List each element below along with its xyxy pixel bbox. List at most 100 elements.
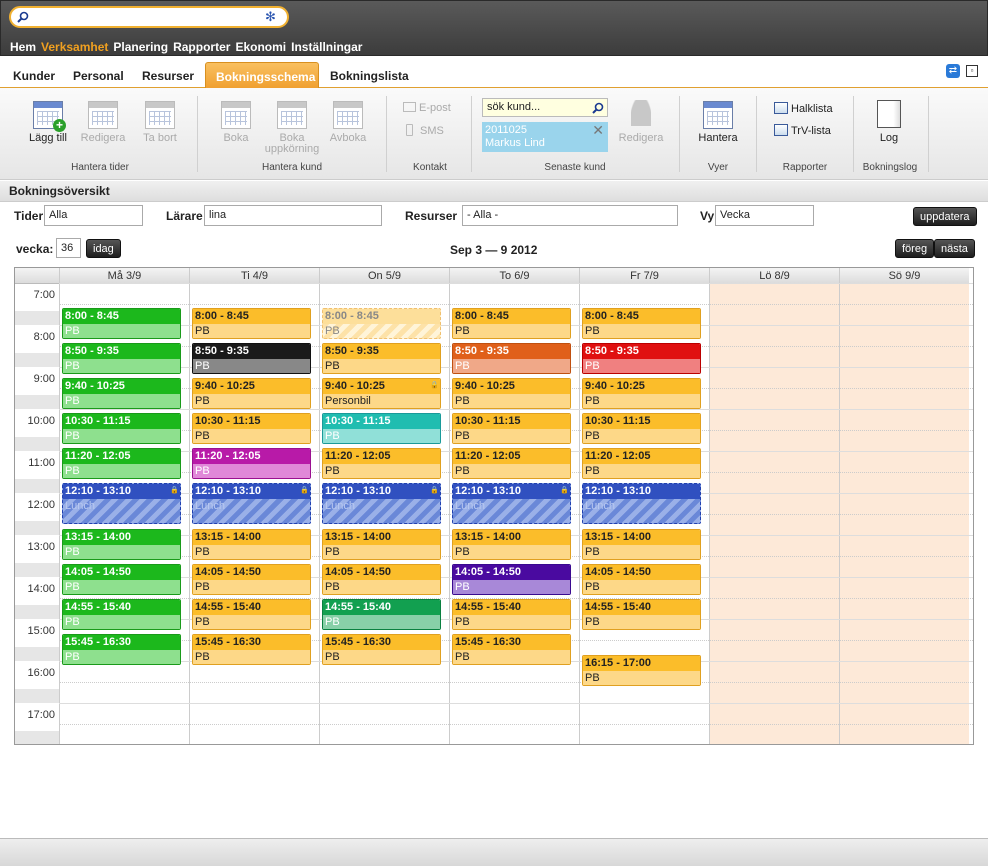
booking-event[interactable]: 13:15 - 14:00 PB: [62, 528, 181, 560]
booking-event[interactable]: 15:45 - 16:30 PB: [452, 633, 571, 665]
nav-verksamhet[interactable]: Verksamhet: [41, 40, 108, 54]
report-icon: [774, 124, 788, 136]
booking-event[interactable]: 14:05 - 14:50 PB: [582, 563, 701, 595]
nav-planering[interactable]: Planering: [113, 40, 168, 54]
booking-event[interactable]: 9:40 - 10:25 PB: [62, 378, 181, 409]
redigera-kund-button[interactable]: Redigera: [618, 100, 664, 144]
sok-kund-input[interactable]: sök kund...: [482, 98, 608, 117]
hantera-vyer-button[interactable]: Hantera: [696, 100, 740, 144]
nav-installningar[interactable]: Inställningar: [291, 40, 362, 54]
booking-event[interactable]: 9:40 - 10:25 PB: [192, 378, 311, 409]
booking-event[interactable]: 11:20 - 12:05 PB: [192, 448, 311, 479]
vecka-input[interactable]: 36: [56, 238, 81, 258]
booking-event[interactable]: 15:45 - 16:30 PB: [192, 633, 311, 665]
booking-event[interactable]: 16:15 - 17:00 PB: [582, 654, 701, 686]
booking-event[interactable]: 14:05 - 14:50 PB: [192, 563, 311, 595]
larare-input[interactable]: lina: [204, 205, 382, 226]
uppdatera-button[interactable]: uppdatera: [913, 207, 977, 226]
booking-event[interactable]: 8:50 - 9:35 PB: [452, 343, 571, 374]
booking-event[interactable]: 8:00 - 8:45 PB: [192, 308, 311, 339]
booking-event[interactable]: 10:30 - 11:15 PB: [452, 413, 571, 444]
popout-window-icon[interactable]: ▫: [966, 65, 978, 77]
event-label: PB: [63, 464, 180, 478]
booking-event[interactable]: 14:55 - 15:40 PB: [322, 598, 441, 630]
booking-event[interactable]: 8:00 - 8:45 PB: [452, 308, 571, 339]
booking-event[interactable]: 15:45 - 16:30 PB: [62, 633, 181, 665]
vy-select[interactable]: Vecka: [715, 205, 814, 226]
lunch-block[interactable]: 12:10 - 13:10 Lunch: [582, 483, 701, 524]
tab-bokningslista[interactable]: Bokningslista: [320, 62, 419, 88]
booking-event[interactable]: 9:40 - 10:25 Personbil 🔒: [322, 378, 441, 409]
senaste-kund-item[interactable]: 2011025 Markus Lind ✕: [482, 122, 608, 152]
log-button[interactable]: Log: [870, 100, 908, 144]
event-time: 14:55 - 15:40: [193, 599, 310, 615]
trv-lista-button[interactable]: TrV-lista: [774, 124, 831, 137]
search-icon[interactable]: [592, 102, 604, 114]
event-time: 8:50 - 9:35: [323, 344, 440, 359]
lagg-till-button[interactable]: + Lägg till: [26, 100, 70, 144]
booking-event[interactable]: 13:15 - 14:00 PB: [582, 528, 701, 560]
booking-event[interactable]: 8:50 - 9:35 PB: [192, 343, 311, 374]
booking-event[interactable]: 14:05 - 14:50 PB: [62, 563, 181, 595]
booking-event[interactable]: 8:50 - 9:35 PB: [582, 343, 701, 374]
boka-button[interactable]: Boka: [216, 100, 256, 144]
booking-event[interactable]: 10:30 - 11:15 PB: [322, 413, 441, 444]
lunch-block[interactable]: 12:10 - 13:10 Lunch 🔒: [322, 483, 441, 524]
booking-event[interactable]: 14:55 - 15:40 PB: [582, 598, 701, 630]
tab-personal[interactable]: Personal: [63, 62, 134, 88]
tab-resurser[interactable]: Resurser: [132, 62, 204, 88]
boka-uppkorning-button[interactable]: Boka uppkörning: [264, 100, 320, 155]
booking-event[interactable]: 14:55 - 15:40 PB: [192, 598, 311, 630]
hour-label: 8:00: [33, 331, 55, 343]
foreg-button[interactable]: föreg: [895, 239, 935, 258]
lunch-block[interactable]: 12:10 - 13:10 Lunch 🔒: [62, 483, 181, 524]
booking-event[interactable]: 11:20 - 12:05 PB: [582, 448, 701, 479]
nav-ekonomi[interactable]: Ekonomi: [235, 40, 286, 54]
teamviewer-icon[interactable]: ⇄: [946, 64, 960, 78]
event-time: 12:10 - 13:10: [63, 484, 180, 499]
booking-event[interactable]: 13:15 - 14:00 PB: [322, 528, 441, 560]
nav-hem[interactable]: Hem: [10, 40, 36, 54]
lunch-block[interactable]: 12:10 - 13:10 Lunch 🔒: [192, 483, 311, 524]
booking-event[interactable]: 9:40 - 10:25 PB: [582, 378, 701, 409]
idag-button[interactable]: idag: [86, 239, 121, 258]
avboka-button[interactable]: Avboka: [328, 100, 368, 144]
redigera-tid-button[interactable]: Redigera: [80, 100, 126, 144]
search-input[interactable]: ✻: [9, 6, 289, 28]
booking-event[interactable]: 13:15 - 14:00 PB: [192, 528, 311, 560]
settings-gear-icon[interactable]: ✻: [265, 10, 279, 24]
event-time: 9:40 - 10:25: [583, 379, 700, 394]
booking-event[interactable]: 11:20 - 12:05 PB: [62, 448, 181, 479]
booking-event[interactable]: 8:50 - 9:35 PB: [62, 343, 181, 374]
booking-event[interactable]: 8:50 - 9:35 PB: [322, 343, 441, 374]
nav-rapporter[interactable]: Rapporter: [173, 40, 230, 54]
booking-event[interactable]: 8:00 - 8:45 PB: [322, 308, 441, 339]
nasta-button[interactable]: nästa: [934, 239, 975, 258]
booking-event[interactable]: 10:30 - 11:15 PB: [582, 413, 701, 444]
tider-select[interactable]: Alla: [44, 205, 143, 226]
halklista-button[interactable]: Halklista: [774, 102, 833, 115]
booking-event[interactable]: 14:55 - 15:40 PB: [452, 598, 571, 630]
booking-event[interactable]: 10:30 - 11:15 PB: [192, 413, 311, 444]
booking-event[interactable]: 8:00 - 8:45 PB: [62, 308, 181, 339]
ta-bort-button[interactable]: Ta bort: [140, 100, 180, 144]
booking-event[interactable]: 10:30 - 11:15 PB: [62, 413, 181, 444]
booking-event[interactable]: 14:55 - 15:40 PB: [62, 598, 181, 630]
tab-kunder[interactable]: Kunder: [3, 62, 65, 88]
booking-event[interactable]: 11:20 - 12:05 PB: [322, 448, 441, 479]
event-label: PB: [583, 394, 700, 408]
time-column: 7:00 8:00 9:00 10:00 11:00 12:00 13:00 14:00 15:…: [15, 284, 59, 744]
resurser-select[interactable]: - Alla -: [462, 205, 678, 226]
booking-event[interactable]: 14:05 - 14:50 PB: [322, 563, 441, 595]
booking-event[interactable]: 11:20 - 12:05 PB: [452, 448, 571, 479]
booking-event[interactable]: 13:15 - 14:00 PB: [452, 528, 571, 560]
booking-event[interactable]: 8:00 - 8:45 PB: [582, 308, 701, 339]
epost-button[interactable]: E-post: [403, 102, 451, 114]
booking-event[interactable]: 15:45 - 16:30 PB: [322, 633, 441, 665]
close-icon[interactable]: ✕: [592, 123, 604, 137]
booking-event[interactable]: 14:05 - 14:50 PB: [452, 563, 571, 595]
tab-bokningsschema[interactable]: Bokningsschema: [205, 62, 319, 88]
lunch-block[interactable]: 12:10 - 13:10 Lunch 🔒: [452, 483, 571, 524]
booking-event[interactable]: 9:40 - 10:25 PB: [452, 378, 571, 409]
sms-button[interactable]: SMS: [406, 124, 444, 137]
